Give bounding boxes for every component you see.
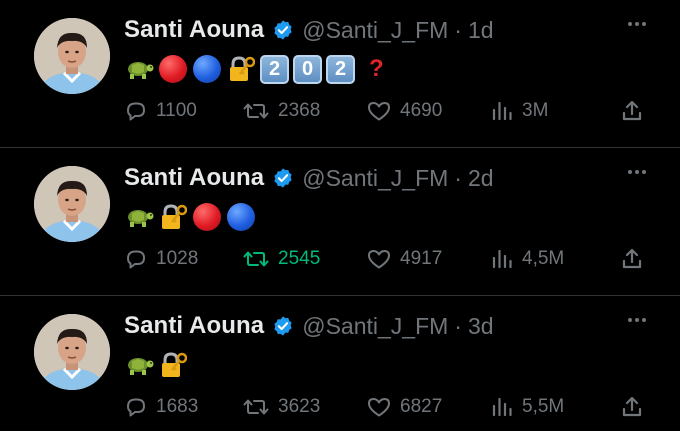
view-count: 3M bbox=[522, 100, 549, 121]
retweet-count: 2368 bbox=[278, 100, 321, 121]
separator-dot: · bbox=[454, 312, 462, 339]
share-button[interactable] bbox=[620, 392, 644, 422]
tweet-content bbox=[124, 350, 188, 380]
reply-icon bbox=[127, 398, 145, 417]
handle[interactable]: @Santi_J_FM bbox=[302, 165, 448, 192]
tweet[interactable]: Santi Aouna @Santi_J_FM · 1d 2 0 2 ? 110… bbox=[0, 0, 680, 148]
heart-icon bbox=[368, 102, 390, 121]
handle[interactable]: @Santi_J_FM bbox=[302, 313, 448, 340]
keycap-2-emoji: 2 bbox=[326, 54, 355, 84]
red-circle-emoji bbox=[192, 202, 222, 232]
timestamp[interactable]: 1d bbox=[468, 17, 494, 44]
avatar[interactable] bbox=[34, 314, 110, 390]
separator-dot: · bbox=[454, 164, 462, 191]
more-dots-icon[interactable] bbox=[628, 22, 646, 26]
like-button[interactable]: 4917 bbox=[366, 244, 442, 274]
turtle-emoji bbox=[124, 350, 154, 380]
verified-badge-icon bbox=[272, 19, 294, 41]
reply-button[interactable]: 1028 bbox=[124, 244, 198, 274]
red-circle-emoji bbox=[158, 54, 188, 84]
action-bar: 1683 3623 6827 5,5M bbox=[124, 392, 648, 422]
heart-icon bbox=[368, 250, 390, 269]
avatar[interactable] bbox=[34, 166, 110, 242]
retweet-count: 3623 bbox=[278, 396, 321, 417]
views-icon bbox=[492, 101, 512, 121]
handle[interactable]: @Santi_J_FM bbox=[302, 17, 448, 44]
locked-with-key-emoji bbox=[158, 350, 188, 380]
retweet-icon bbox=[243, 251, 269, 267]
tweet[interactable]: Santi Aouna @Santi_J_FM · 3d 1683 3623 6… bbox=[0, 295, 680, 431]
views-icon bbox=[492, 249, 512, 269]
reply-count: 1028 bbox=[156, 248, 199, 269]
views-button[interactable]: 5,5M bbox=[490, 392, 564, 422]
retweet-icon bbox=[243, 103, 269, 119]
retweet-icon bbox=[243, 399, 269, 415]
like-count: 6827 bbox=[400, 396, 443, 417]
reply-button[interactable]: 1100 bbox=[124, 96, 197, 126]
locked-with-key-emoji bbox=[226, 54, 256, 84]
retweet-button[interactable]: 2545 bbox=[242, 244, 320, 274]
tweet-content: 2 0 2 ? bbox=[124, 54, 384, 84]
turtle-emoji bbox=[124, 54, 154, 84]
reply-count: 1100 bbox=[156, 100, 197, 121]
like-button[interactable]: 4690 bbox=[366, 96, 442, 126]
verified-badge-icon bbox=[272, 167, 294, 189]
share-icon bbox=[622, 396, 642, 417]
blue-circle-emoji bbox=[192, 54, 222, 84]
display-name[interactable]: Santi Aouna bbox=[124, 312, 264, 340]
action-bar: 1028 2545 4917 4,5M bbox=[124, 244, 648, 274]
heart-icon bbox=[368, 398, 390, 417]
tweet-header: Santi Aouna @Santi_J_FM · 2d bbox=[124, 162, 494, 194]
reply-button[interactable]: 1683 bbox=[124, 392, 198, 422]
retweet-count: 2545 bbox=[278, 248, 321, 269]
like-count: 4690 bbox=[400, 100, 443, 121]
action-bar: 1100 2368 4690 3M bbox=[124, 96, 648, 126]
more-dots-icon[interactable] bbox=[628, 170, 646, 174]
views-icon bbox=[492, 397, 512, 417]
avatar[interactable] bbox=[34, 18, 110, 94]
separator-dot: · bbox=[454, 16, 462, 43]
tweet-content bbox=[124, 202, 256, 232]
keycap-0-emoji: 0 bbox=[293, 54, 322, 84]
display-name[interactable]: Santi Aouna bbox=[124, 164, 264, 192]
red-question-mark-emoji: ? bbox=[369, 55, 384, 82]
retweet-button[interactable]: 3623 bbox=[242, 392, 320, 422]
share-button[interactable] bbox=[620, 96, 644, 126]
reply-icon bbox=[127, 102, 145, 121]
share-icon bbox=[622, 100, 642, 121]
view-count: 5,5M bbox=[522, 396, 565, 417]
share-icon bbox=[622, 248, 642, 269]
timestamp[interactable]: 3d bbox=[468, 313, 494, 340]
verified-badge-icon bbox=[272, 315, 294, 337]
blue-circle-emoji bbox=[226, 202, 256, 232]
tweet-header: Santi Aouna @Santi_J_FM · 1d bbox=[124, 14, 494, 46]
like-button[interactable]: 6827 bbox=[366, 392, 442, 422]
tweet-header: Santi Aouna @Santi_J_FM · 3d bbox=[124, 310, 494, 342]
more-dots-icon[interactable] bbox=[628, 318, 646, 322]
like-count: 4917 bbox=[400, 248, 443, 269]
reply-count: 1683 bbox=[156, 396, 199, 417]
view-count: 4,5M bbox=[522, 248, 565, 269]
locked-with-key-emoji bbox=[158, 202, 188, 232]
display-name[interactable]: Santi Aouna bbox=[124, 16, 264, 44]
views-button[interactable]: 3M bbox=[490, 96, 548, 126]
turtle-emoji bbox=[124, 202, 154, 232]
tweet[interactable]: Santi Aouna @Santi_J_FM · 2d 1028 2545 4… bbox=[0, 147, 680, 296]
retweet-button[interactable]: 2368 bbox=[242, 96, 320, 126]
reply-icon bbox=[127, 250, 145, 269]
share-button[interactable] bbox=[620, 244, 644, 274]
keycap-2-emoji: 2 bbox=[260, 54, 289, 84]
views-button[interactable]: 4,5M bbox=[490, 244, 564, 274]
timestamp[interactable]: 2d bbox=[468, 165, 494, 192]
tweet-feed: Santi Aouna @Santi_J_FM · 1d 2 0 2 ? 110… bbox=[0, 0, 680, 431]
